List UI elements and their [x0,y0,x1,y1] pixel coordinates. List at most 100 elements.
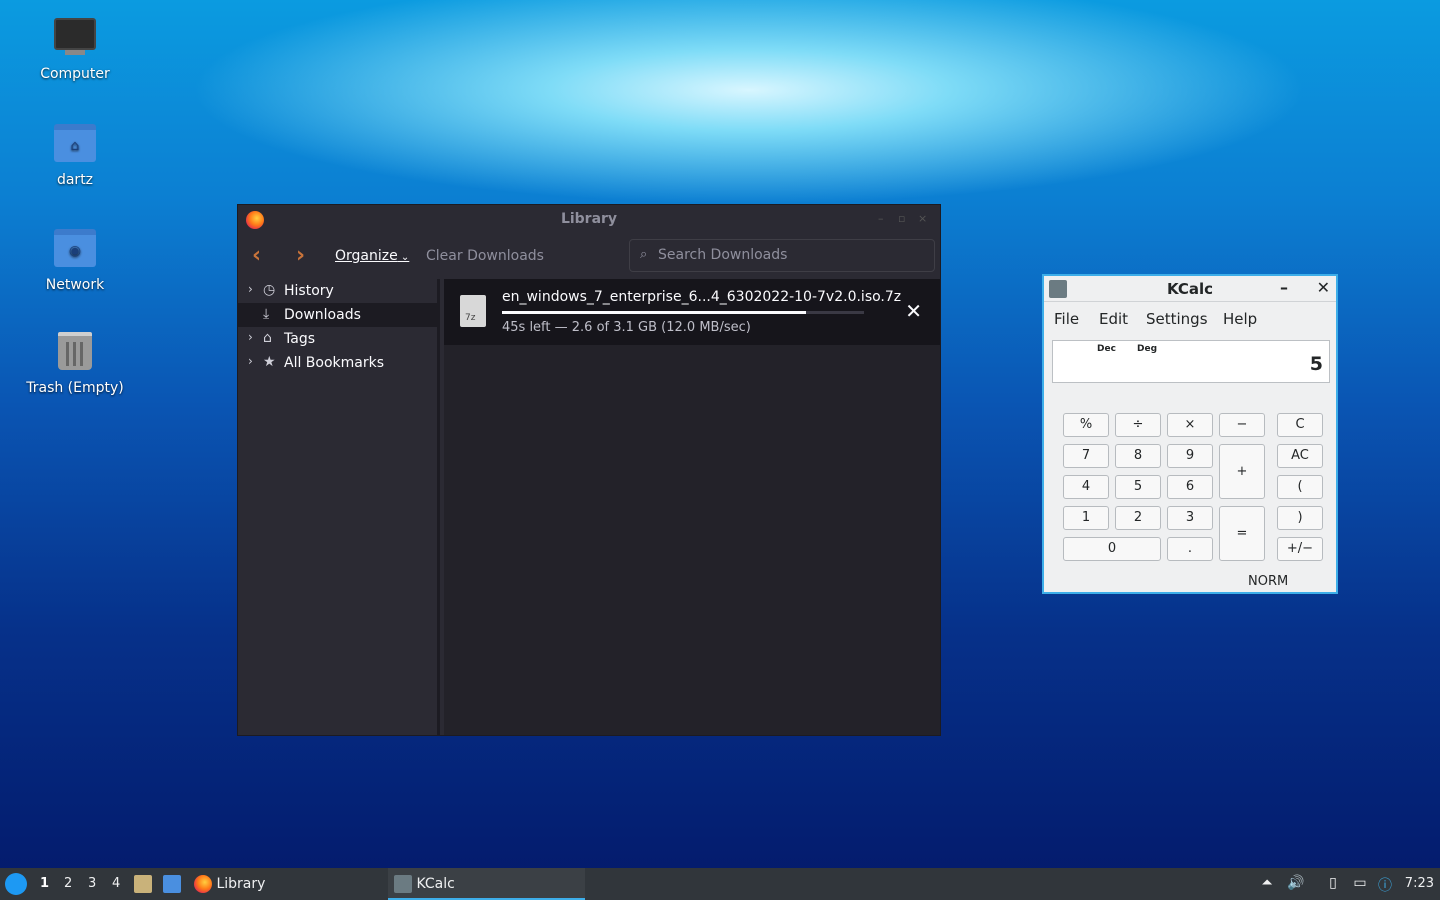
sidebar-item-label: Tags [284,331,315,347]
divide-button[interactable]: ÷ [1115,413,1161,437]
back-button[interactable]: ‹ [252,245,261,267]
sidebar-item-history[interactable]: › ◷ History [238,279,437,303]
zero-button[interactable]: 0 [1063,537,1161,561]
computer-icon [53,18,97,58]
clear-downloads-button[interactable]: Clear Downloads [426,248,544,264]
desktop-icon-home[interactable]: ⌂ dartz [20,124,130,188]
clear-button[interactable]: C [1277,413,1323,437]
clock[interactable]: 7:23 [1405,876,1434,891]
search-input[interactable]: ⌕ Search Downloads [629,239,935,272]
sidebar-item-downloads[interactable]: ⤓ Downloads [238,303,437,327]
seven-button[interactable]: 7 [1063,444,1109,468]
minus-button[interactable]: − [1219,413,1265,437]
decimal-button[interactable]: . [1167,537,1213,561]
forward-button[interactable]: › [296,245,305,267]
download-progress-bar [502,311,864,314]
menu-help[interactable]: Help [1223,310,1257,328]
download-status: 45s left — 2.6 of 3.1 GB (12.0 MB/sec) [502,320,751,335]
three-button[interactable]: 3 [1167,506,1213,530]
chevron-right-icon[interactable]: › [248,330,253,344]
desktop-icon-trash[interactable]: Trash (Empty) [20,332,130,396]
two-button[interactable]: 2 [1115,506,1161,530]
trash-icon [53,332,97,372]
kcalc-window: KCalc – ✕ File Edit Settings Help Dec De… [1042,274,1338,594]
volume-icon[interactable]: 🔊 [1287,875,1305,893]
close-paren-button[interactable]: ) [1277,506,1323,530]
archive-file-icon [460,295,486,327]
sidebar-item-all-bookmarks[interactable]: › ★ All Bookmarks [238,351,437,375]
angle-indicator: Deg [1137,344,1158,354]
close-icon[interactable]: × [918,212,930,225]
workspace-3[interactable]: 3 [88,876,96,891]
organize-label: Organize [335,248,398,264]
close-icon[interactable]: ✕ [1317,278,1330,297]
eight-button[interactable]: 8 [1115,444,1161,468]
library-toolbar: ‹ › Organize ⌄ Clear Downloads ⌕ Search … [238,233,940,279]
task-library[interactable]: Library [194,868,374,900]
download-icon: ⤓ [263,306,270,322]
task-kcalc[interactable]: KCalc [388,868,585,900]
open-paren-button[interactable]: ( [1277,475,1323,499]
kcalc-titlebar[interactable]: KCalc – ✕ [1044,276,1336,302]
plus-button[interactable]: + [1219,444,1265,499]
chevron-down-icon: ⌄ [397,252,410,263]
sidebar-item-label: Downloads [284,307,361,323]
equals-button[interactable]: = [1219,506,1265,561]
clipboard-icon[interactable]: ▯ [1324,875,1342,893]
search-placeholder: Search Downloads [658,247,788,263]
star-icon: ★ [263,354,276,370]
download-filename: en_windows_7_enterprise_6...4_6302022-10… [502,289,902,305]
library-window: Library – ▫ × ‹ › Organize ⌄ Clear Downl… [237,204,941,736]
multiply-button[interactable]: × [1167,413,1213,437]
task-label: Library [216,876,266,892]
chevron-right-icon[interactable]: › [248,354,253,368]
download-item[interactable]: en_windows_7_enterprise_6...4_6302022-10… [444,279,940,345]
downloads-list: en_windows_7_enterprise_6...4_6302022-10… [444,279,940,735]
library-titlebar[interactable]: Library – ▫ × [238,205,940,233]
workspace-1[interactable]: 1 [40,876,49,891]
desktop-icon-network[interactable]: ◉ Network [20,229,130,293]
file-manager-icon[interactable] [134,875,152,893]
organize-menu[interactable]: Organize ⌄ [335,248,409,264]
one-button[interactable]: 1 [1063,506,1109,530]
network-folder-icon: ◉ [53,229,97,269]
display-value: 5 [1309,353,1323,375]
desktop-icon-computer[interactable]: Computer [20,18,130,82]
task-label: KCalc [416,876,455,892]
minimize-icon[interactable]: – [1280,278,1288,297]
search-icon: ⌕ [640,247,648,262]
desktop-icon-label: dartz [56,172,94,188]
workspace-4[interactable]: 4 [112,876,120,891]
network-icon[interactable]: ▭ [1351,875,1369,893]
sign-button[interactable]: +/− [1277,537,1323,561]
kcalc-app-icon [394,875,412,893]
menu-file[interactable]: File [1054,310,1079,328]
desktop-icon-label: Network [45,277,105,293]
menubar: File Edit Settings Help [1044,302,1336,334]
six-button[interactable]: 6 [1167,475,1213,499]
menu-edit[interactable]: Edit [1099,310,1128,328]
chevron-right-icon[interactable]: › [248,282,253,296]
sidebar-item-tags[interactable]: › ⌂ Tags [238,327,437,351]
four-button[interactable]: 4 [1063,475,1109,499]
notification-icon[interactable]: ⓘ [1376,875,1394,894]
five-button[interactable]: 5 [1115,475,1161,499]
minimize-icon[interactable]: – [878,212,890,225]
workspace-2[interactable]: 2 [64,876,72,891]
library-sidebar: › ◷ History ⤓ Downloads › ⌂ Tags › ★ All… [238,279,440,735]
menu-settings[interactable]: Settings [1146,310,1208,328]
calculator-display: Dec Deg 5 [1052,340,1330,383]
percent-button[interactable]: % [1063,413,1109,437]
window-title: KCalc [1166,280,1214,298]
window-title: Library [560,211,618,227]
tag-icon: ⌂ [263,330,272,346]
show-desktop-icon[interactable] [163,875,181,893]
all-clear-button[interactable]: AC [1277,444,1323,468]
nine-button[interactable]: 9 [1167,444,1213,468]
mode-indicator: NORM [1248,574,1289,589]
start-menu-icon[interactable] [5,873,27,895]
updates-icon[interactable]: ⏶ [1258,875,1276,893]
firefox-icon [194,875,212,893]
maximize-icon[interactable]: ▫ [898,212,910,225]
cancel-download-button[interactable]: ✕ [905,299,922,323]
